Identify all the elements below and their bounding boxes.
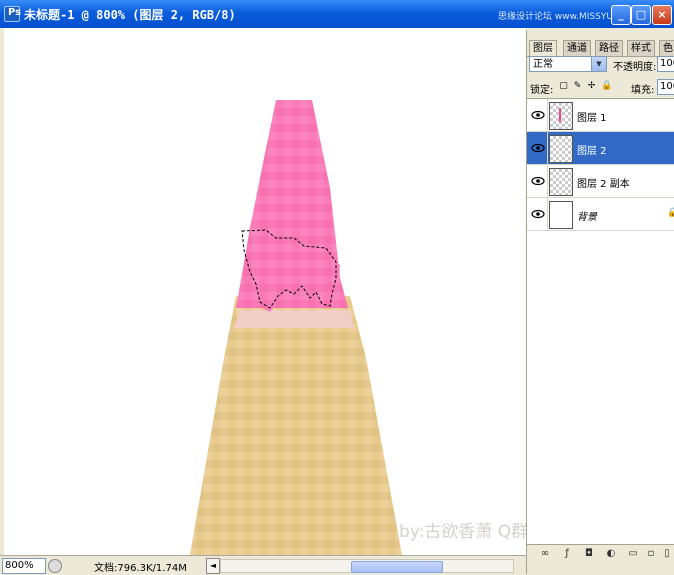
horizontal-scrollbar[interactable] — [220, 559, 514, 573]
lock-icon: 🔒 — [667, 208, 674, 218]
zoom-field[interactable]: 800% — [2, 558, 46, 574]
canvas-watermark: by:古欲香萧 Q群:155189433 — [399, 522, 526, 542]
new-layer-icon[interactable]: ▫ — [645, 549, 657, 559]
eye-icon — [531, 176, 545, 186]
tab-paths[interactable]: 路径 — [595, 40, 623, 56]
tab-channels[interactable]: 通道 — [563, 40, 591, 56]
visibility-toggle[interactable] — [527, 165, 548, 197]
canvas-artwork — [190, 100, 402, 555]
document-canvas[interactable]: by:古欲香萧 Q群:155189433 — [4, 28, 526, 555]
layer-name: 图层 1 — [577, 113, 607, 124]
tab-styles[interactable]: 样式 — [627, 40, 655, 56]
layer-row-2[interactable]: 图层 2 — [527, 132, 674, 165]
layer-row-3[interactable]: 图层 2 副本 — [527, 165, 674, 198]
layers-panel: 图层 通道 路径 样式 色 正常 ▼ 不透明度: 100% 锁定: ▢ ✎ ✢ … — [526, 30, 674, 575]
lock-label: 锁定: — [530, 85, 554, 96]
trash-icon[interactable]: ▯ — [661, 549, 673, 559]
link-icon[interactable]: ∞ — [539, 549, 551, 559]
app-icon: Ps — [4, 6, 21, 22]
layer-thumbnail — [549, 102, 573, 130]
layer-row-background[interactable]: 背景 🔒 — [527, 198, 674, 231]
layers-panel-footer: ∞ ƒ ◘ ◐ ▭ ▫ ▯ — [527, 544, 674, 575]
window-title: 未标题-1 @ 800% (图层 2, RGB/8) — [24, 8, 236, 22]
eye-icon — [531, 143, 545, 153]
layer-name: 背景 — [577, 212, 597, 223]
pencil-wood — [190, 296, 402, 555]
title-bar: Ps 未标题-1 @ 800% (图层 2, RGB/8) 思缘设计论坛 www… — [0, 0, 674, 28]
photoshop-document-window: Ps 未标题-1 @ 800% (图层 2, RGB/8) 思缘设计论坛 www… — [0, 0, 674, 575]
navigator-icon[interactable] — [48, 559, 62, 573]
tab-color[interactable]: 色 — [659, 40, 674, 56]
folder-icon[interactable]: ▭ — [627, 549, 639, 559]
layer-thumbnail — [549, 201, 573, 229]
lock-transparency-icon[interactable]: ▢ — [559, 82, 568, 91]
eye-icon — [531, 209, 545, 219]
visibility-toggle[interactable] — [527, 99, 548, 131]
layers-list: 图层 1 图层 2 图层 2 副本 背景 🔒 — [527, 98, 674, 545]
adjustment-icon[interactable]: ◐ — [605, 549, 617, 559]
layer-row-1[interactable]: 图层 1 — [527, 99, 674, 132]
visibility-toggle[interactable] — [527, 132, 548, 164]
lock-brush-icon[interactable]: ✎ — [573, 82, 582, 91]
scrollbar-thumb[interactable] — [351, 561, 443, 573]
fill-label: 填充: — [631, 85, 655, 96]
fx-icon[interactable]: ƒ — [561, 549, 573, 559]
panel-tabs: 图层 通道 路径 样式 色 — [527, 40, 674, 57]
layer-name: 图层 2 — [577, 146, 607, 157]
eye-icon — [531, 110, 545, 120]
document-size[interactable]: 文档:796.3K/1.74M — [94, 559, 187, 574]
layer-name: 图层 2 副本 — [577, 179, 630, 190]
chevron-down-icon: ▼ — [591, 57, 606, 71]
layer-thumbnail — [549, 135, 573, 163]
fill-field[interactable]: 100% — [657, 79, 674, 95]
opacity-label: 不透明度: — [613, 62, 657, 73]
lock-move-icon[interactable]: ✢ — [587, 82, 596, 91]
blend-mode-select[interactable]: 正常 ▼ — [529, 56, 607, 72]
minimize-button[interactable]: _ — [611, 5, 631, 25]
scroll-left-button[interactable]: ◄ — [206, 558, 220, 574]
tab-layers[interactable]: 图层 — [529, 40, 557, 57]
lock-all-icon[interactable]: 🔒 — [601, 82, 612, 91]
visibility-toggle[interactable] — [527, 198, 548, 230]
close-button[interactable]: × — [652, 5, 672, 25]
mask-icon[interactable]: ◘ — [583, 549, 595, 559]
blend-mode-value: 正常 — [533, 59, 553, 70]
status-bar: 800% 文档:796.3K/1.74M ◄ — [0, 555, 526, 575]
opacity-field[interactable]: 100% — [657, 56, 674, 72]
maximize-button[interactable]: □ — [631, 5, 651, 25]
layer-thumbnail — [549, 168, 573, 196]
